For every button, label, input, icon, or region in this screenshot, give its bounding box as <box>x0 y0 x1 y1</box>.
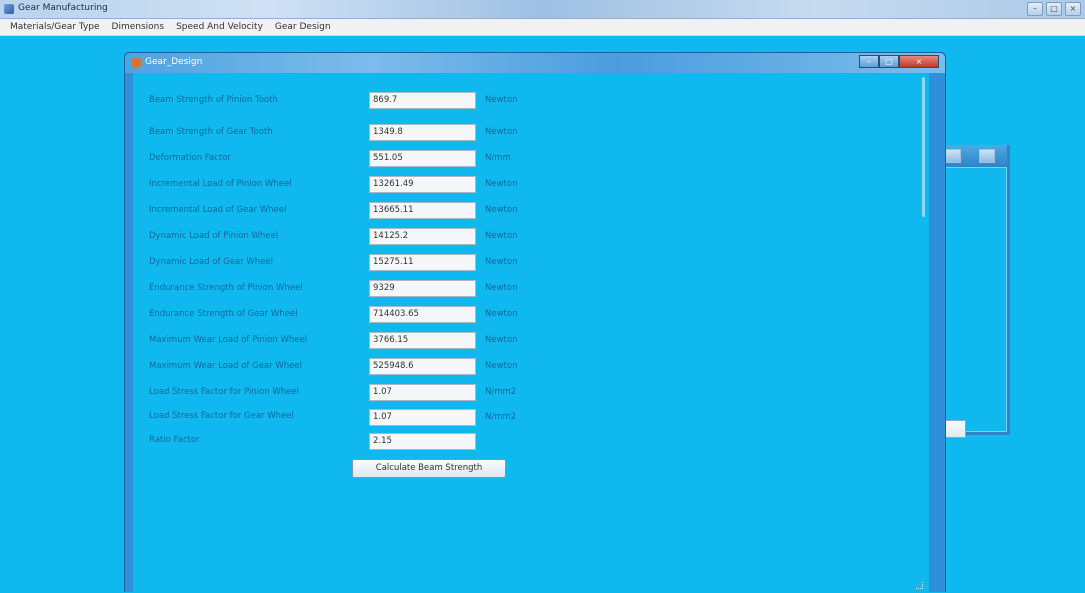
gear-design-window: Gear_Design – □ × Beam Strength of Pinio… <box>124 52 946 593</box>
ratio-factor-label: Ratio Factor <box>149 435 200 445</box>
load-stress-factor-gear-field[interactable]: 1.07 <box>369 409 476 426</box>
child-maximize-button[interactable]: □ <box>879 55 899 68</box>
endurance-strength-pinion-field[interactable]: 9329 <box>369 280 476 297</box>
resize-grip[interactable] <box>916 582 923 589</box>
incremental-load-pinion-field[interactable]: 13261.49 <box>369 176 476 193</box>
beam-strength-pinion-field[interactable]: 869.7 <box>369 92 476 109</box>
endurance-strength-gear-label: Endurance Strength of Gear Wheel <box>149 309 298 319</box>
menu-materials-gear-type[interactable]: Materials/Gear Type <box>4 22 106 32</box>
beam-strength-gear-field[interactable]: 1349.8 <box>369 124 476 141</box>
window-controls: – □ × <box>1027 2 1081 16</box>
max-wear-load-pinion-unit: Newton <box>485 335 518 345</box>
max-wear-load-gear-label: Maximum Wear Load of Gear Wheel <box>149 361 302 371</box>
app-titlebar: Gear Manufacturing – □ × <box>0 0 1085 19</box>
beam-strength-gear-unit: Newton <box>485 127 518 137</box>
max-wear-load-gear-unit: Newton <box>485 361 518 371</box>
max-wear-load-pinion-label: Maximum Wear Load of Pinion Wheel <box>149 335 308 345</box>
load-stress-factor-pinion-unit: N/mm2 <box>485 387 517 397</box>
menu-gear-design[interactable]: Gear Design <box>269 22 337 32</box>
dynamic-load-pinion-unit: Newton <box>485 231 518 241</box>
maximize-button[interactable]: □ <box>1046 2 1062 16</box>
app-title: Gear Manufacturing <box>18 3 108 13</box>
incremental-load-pinion-unit: Newton <box>485 179 518 189</box>
window-icon <box>132 58 141 67</box>
menu-bar: Materials/Gear Type Dimensions Speed And… <box>0 19 1085 36</box>
endurance-strength-gear-field[interactable]: 714403.65 <box>369 306 476 323</box>
beam-strength-gear-label: Beam Strength of Gear Tooth <box>149 127 273 137</box>
background-window-close-button[interactable] <box>979 149 995 163</box>
ratio-factor-field[interactable]: 2.15 <box>369 433 476 450</box>
background-window-maximize-button[interactable] <box>945 149 961 163</box>
dynamic-load-pinion-label: Dynamic Load of Pinion Wheel <box>149 231 279 241</box>
scrollbar[interactable] <box>922 77 925 217</box>
load-stress-factor-gear-label: Load Stress Factor for Gear Wheel <box>149 411 294 421</box>
incremental-load-gear-field[interactable]: 13665.11 <box>369 202 476 219</box>
dynamic-load-gear-label: Dynamic Load of Gear Wheel <box>149 257 274 267</box>
deformation-factor-unit: N/mm <box>485 153 511 163</box>
load-stress-factor-gear-unit: N/mm2 <box>485 412 517 422</box>
dynamic-load-gear-field[interactable]: 15275.11 <box>369 254 476 271</box>
child-window-controls: – □ × <box>859 55 939 68</box>
gear-design-title: Gear_Design <box>145 57 203 67</box>
incremental-load-pinion-label: Incremental Load of Pinion Wheel <box>149 179 292 189</box>
load-stress-factor-pinion-label: Load Stress Factor for Pinion Wheel <box>149 387 299 397</box>
child-minimize-button[interactable]: – <box>859 55 879 68</box>
menu-speed-and-velocity[interactable]: Speed And Velocity <box>170 22 269 32</box>
endurance-strength-pinion-label: Endurance Strength of Pinion Wheel <box>149 283 303 293</box>
app-icon <box>4 4 14 14</box>
max-wear-load-gear-field[interactable]: 525948.6 <box>369 358 476 375</box>
beam-strength-pinion-label: Beam Strength of Pinion Tooth <box>149 95 278 105</box>
dynamic-load-pinion-field[interactable]: 14125.2 <box>369 228 476 245</box>
gear-design-form: Beam Strength of Pinion Tooth 869.7 Newt… <box>133 73 929 593</box>
incremental-load-gear-unit: Newton <box>485 205 518 215</box>
deformation-factor-label: Deformation Factor <box>149 153 231 163</box>
load-stress-factor-pinion-field[interactable]: 1.07 <box>369 384 476 401</box>
child-close-button[interactable]: × <box>899 55 939 68</box>
gear-design-titlebar[interactable]: Gear_Design – □ × <box>125 53 945 73</box>
deformation-factor-field[interactable]: 551.05 <box>369 150 476 167</box>
close-button[interactable]: × <box>1065 2 1081 16</box>
dynamic-load-gear-unit: Newton <box>485 257 518 267</box>
menu-dimensions[interactable]: Dimensions <box>106 22 171 32</box>
calculate-beam-strength-button[interactable]: Calculate Beam Strength <box>352 459 506 478</box>
beam-strength-pinion-unit: Newton <box>485 95 518 105</box>
max-wear-load-pinion-field[interactable]: 3766.15 <box>369 332 476 349</box>
minimize-button[interactable]: – <box>1027 2 1043 16</box>
incremental-load-gear-label: Incremental Load of Gear Wheel <box>149 205 287 215</box>
endurance-strength-pinion-unit: Newton <box>485 283 518 293</box>
endurance-strength-gear-unit: Newton <box>485 309 518 319</box>
